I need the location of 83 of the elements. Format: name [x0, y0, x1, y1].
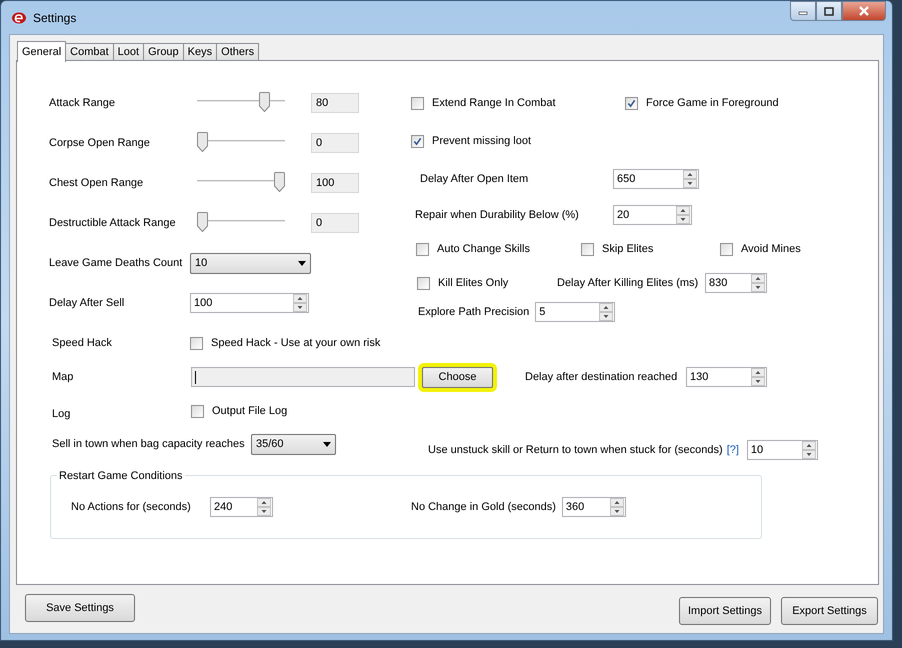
field-label: Leave Game Deaths Count [49, 256, 184, 271]
field-label: Repair when Durability Below (%) [415, 208, 580, 223]
spin-buttons [802, 441, 816, 459]
number-field[interactable]: 240 [210, 497, 273, 517]
tab[interactable]: Combat [65, 43, 114, 61]
field-label: Explore Path Precision [418, 304, 530, 320]
tab[interactable]: General [17, 41, 66, 62]
checkbox[interactable] [625, 96, 638, 110]
value-field: 100 [311, 173, 359, 193]
number-field[interactable]: 10 [746, 440, 818, 460]
checkbox-label[interactable]: Speed Hack - Use at your own risk [211, 334, 380, 352]
field-label: Chest Open Range [49, 176, 144, 191]
checkbox-label[interactable]: Skip Elites [602, 240, 654, 258]
caret-icon [323, 442, 331, 446]
field-label: Delay After Killing Elites (ms) [557, 276, 700, 291]
number-field[interactable]: 360 [562, 497, 626, 517]
number-field[interactable]: 650 [613, 169, 699, 189]
value-field: 0 [311, 133, 359, 153]
number-field[interactable]: 5 [535, 302, 616, 322]
checkbox-label[interactable]: Prevent missing loot [432, 132, 532, 150]
dropdown[interactable]: 10 [190, 252, 311, 274]
spin-buttons [257, 498, 271, 516]
tab[interactable]: Others [216, 43, 260, 61]
slider-thumb[interactable] [258, 92, 270, 112]
import-settings-button[interactable]: Import Settings [679, 597, 771, 625]
checkbox[interactable] [191, 404, 204, 418]
field-label: Corpse Open Range [49, 136, 151, 151]
field-label: Use unstuck skill or Return to town when stuck for (seconds) [428, 442, 724, 458]
checkbox[interactable] [581, 242, 594, 256]
tab[interactable]: Group [143, 43, 184, 61]
field-label: Speed Hack [51, 336, 113, 351]
spin-buttons [751, 274, 765, 292]
value-field: 0 [311, 213, 359, 233]
help-link[interactable]: [?] [726, 442, 747, 458]
checkbox-label[interactable]: Avoid Mines [741, 240, 801, 258]
spin-buttons [293, 294, 307, 312]
checkbox[interactable] [411, 96, 424, 110]
spin-buttons [683, 170, 697, 188]
checkbox-label[interactable]: Kill Elites Only [438, 274, 508, 292]
checkbox[interactable] [411, 134, 424, 148]
field-label: Map [52, 370, 74, 385]
checkbox-label[interactable]: Auto Change Skills [437, 240, 530, 258]
field-label: Sell in town when bag capacity reaches [52, 436, 246, 452]
checkbox[interactable] [720, 242, 733, 256]
checkbox-label[interactable]: Extend Range In Combat [432, 94, 556, 112]
checkbox-label[interactable]: Force Game in Foreground [646, 94, 779, 112]
number-field[interactable]: 830 [705, 273, 767, 293]
field-label: No Change in Gold (seconds) [411, 500, 557, 515]
number-field[interactable]: 20 [613, 205, 692, 225]
slider-thumb[interactable] [197, 132, 208, 152]
field-label: Delay After Open Item [420, 172, 530, 187]
value-field: 80 [311, 93, 359, 113]
checkbox[interactable] [417, 276, 430, 290]
app-icon [11, 10, 27, 26]
field-label: Delay after destination reached [525, 370, 678, 385]
number-field[interactable]: 130 [686, 367, 767, 387]
dropdown[interactable]: 35/60 [251, 434, 336, 454]
export-settings-button[interactable]: Export Settings [781, 597, 878, 625]
slider-thumb[interactable] [274, 172, 285, 192]
field-label: Destructible Attack Range [49, 216, 177, 231]
checkbox-label[interactable]: Output File Log [212, 402, 288, 420]
close-button[interactable] [842, 1, 886, 21]
minimize-button[interactable] [790, 1, 816, 21]
spin-buttons [599, 303, 614, 321]
spin-buttons [676, 206, 690, 224]
window-title: Settings [33, 10, 76, 27]
field-label: No Actions for (seconds) [71, 500, 192, 515]
checkbox[interactable] [416, 242, 429, 256]
spin-buttons [751, 368, 765, 386]
field-label: Attack Range [49, 96, 116, 111]
maximize-button[interactable] [816, 1, 842, 21]
field-label: Log [52, 406, 72, 422]
path-field[interactable] [191, 367, 415, 387]
maximize-icon [824, 6, 834, 16]
field-label: Delay After Sell [49, 296, 126, 311]
checkbox[interactable] [190, 336, 203, 350]
caret-icon [298, 260, 306, 266]
choose-button[interactable]: Choose [422, 366, 493, 388]
close-icon [858, 6, 870, 16]
number-field[interactable]: 100 [190, 293, 309, 313]
slider-thumb[interactable] [197, 212, 208, 232]
spin-buttons [610, 498, 624, 516]
save-settings-button[interactable]: Save Settings [25, 594, 135, 622]
